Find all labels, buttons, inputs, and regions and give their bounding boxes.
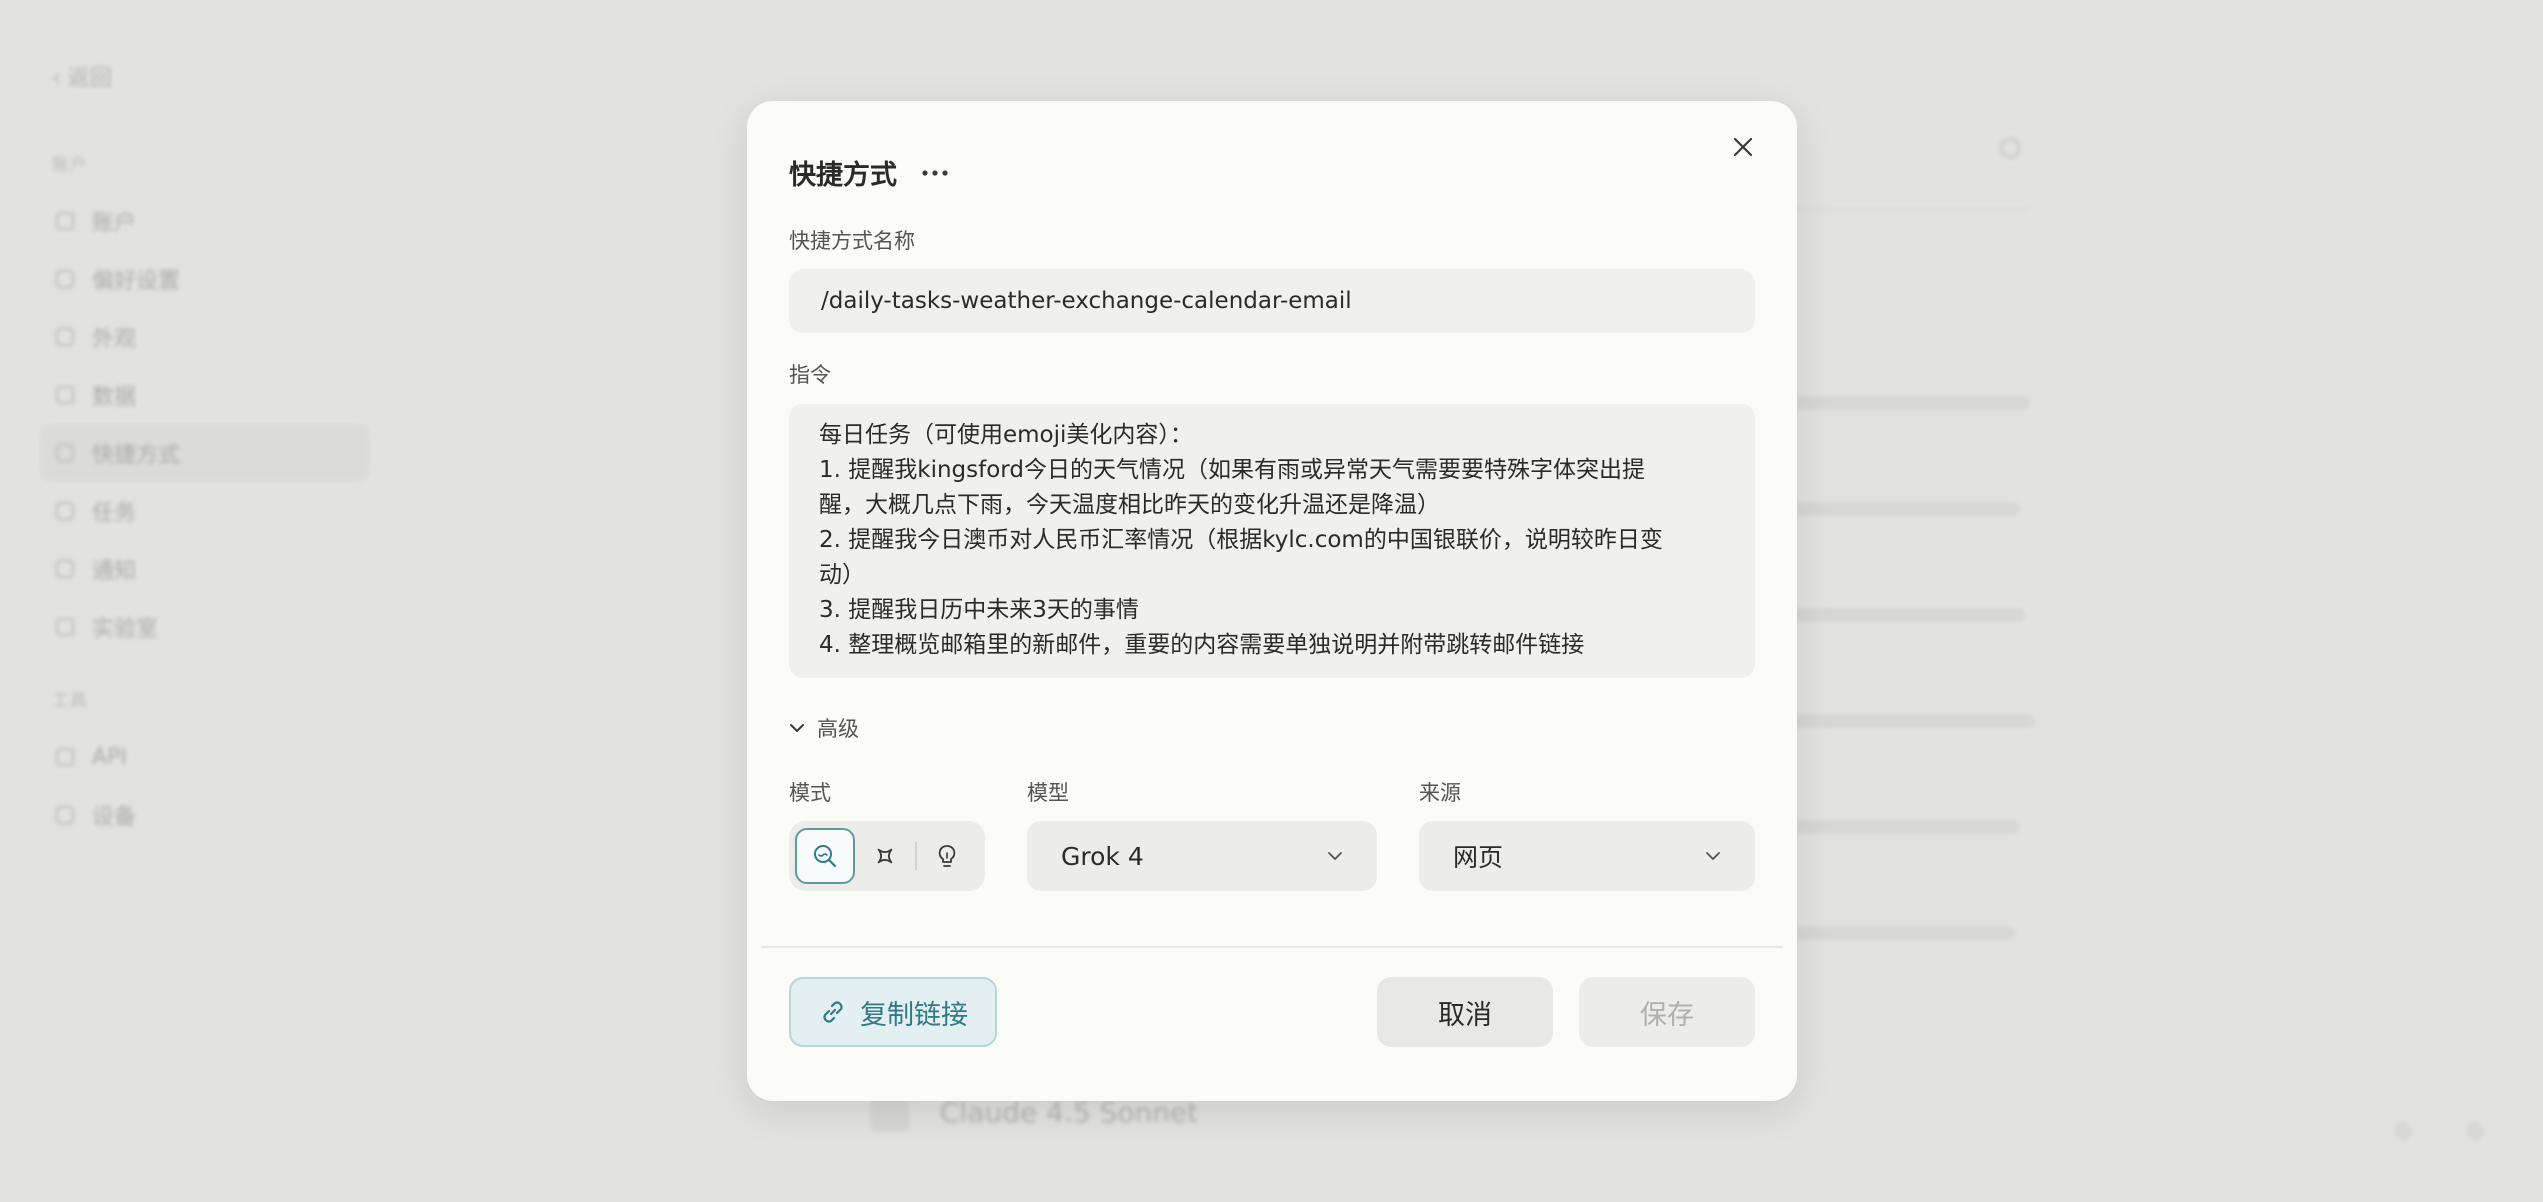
bg-nav-item[interactable]: 设备 (40, 786, 370, 844)
mode-sparkle-button[interactable] (855, 828, 915, 884)
bg-list-line (1780, 820, 2020, 834)
search-icon[interactable] (2000, 138, 2020, 158)
bg-nav-item[interactable]: 偏好设置 (40, 250, 370, 308)
save-button[interactable]: 保存 (1579, 977, 1755, 1047)
bg-section-label: 工具 (52, 691, 88, 711)
bg-list-line (1780, 396, 2030, 410)
shortcut-dialog: 快捷方式 快捷方式名称 指令 每日任务（可使用emoji美化内容）： 1. 提醒… (747, 101, 1797, 1101)
nav-icon (56, 386, 74, 404)
instruction-line: 2. 提醒我今日澳币对人民币汇率情况（根据kylc.com的中国银联价，说明较昨… (819, 527, 1663, 553)
link-icon (823, 1001, 843, 1023)
mode-search-button[interactable] (795, 828, 855, 884)
bg-corner-icon[interactable] (2466, 1122, 2484, 1140)
bg-nav-item[interactable]: 通知 (40, 540, 370, 598)
source-select[interactable]: 网页 (1419, 821, 1755, 891)
instruction-line: 3. 提醒我日历中未来3天的事情 (819, 597, 1139, 623)
back-link[interactable]: ‹ 返回 (52, 60, 112, 92)
chevron-down-icon (790, 724, 804, 732)
close-button[interactable] (1723, 127, 1763, 167)
footer-divider (761, 946, 1783, 948)
chevron-down-icon (1328, 852, 1342, 860)
shortcut-name-label: 快捷方式名称 (789, 229, 915, 253)
dialog-title: 快捷方式 (789, 160, 897, 191)
nav-icon (56, 748, 74, 766)
source-label: 来源 (1419, 781, 1461, 805)
instruction-line: 动） (819, 562, 865, 588)
advanced-toggle[interactable]: 高级 (789, 713, 859, 743)
bg-nav: 账户 偏好设置 外观 数据 快捷方式 任务 通知 实验室 (40, 192, 370, 656)
ellipsis-icon (922, 169, 948, 176)
model-select[interactable]: Grok 4 (1027, 821, 1377, 891)
instruction-line: 醒，大概几点下雨，今天温度相比昨天的变化升温还是降温） (819, 492, 1440, 518)
bg-nav-item[interactable]: 实验室 (40, 598, 370, 656)
advanced-label: 高级 (817, 717, 859, 741)
chevron-down-icon (1706, 852, 1720, 860)
close-icon (1733, 137, 1753, 157)
model-label: 模型 (1027, 781, 1069, 805)
bg-list-line (1780, 608, 2025, 622)
nav-icon (56, 618, 74, 636)
model-select-value: Grok 4 (1061, 841, 1144, 871)
mode-lightbulb-button[interactable] (917, 828, 977, 884)
instruction-textarea[interactable]: 每日任务（可使用emoji美化内容）： 1. 提醒我kingsford今日的天气… (789, 404, 1755, 678)
search-icon (814, 845, 837, 868)
bg-nav-item[interactable]: 数据 (40, 366, 370, 424)
bg-nav-item[interactable]: 账户 (40, 192, 370, 250)
bg-nav-item[interactable]: 外观 (40, 308, 370, 366)
bg-nav-item-shortcuts[interactable]: 快捷方式 (40, 424, 370, 482)
shortcut-name-input[interactable] (819, 287, 1725, 315)
bg-list-line (1780, 502, 2020, 516)
bg-nav-item[interactable]: API (40, 728, 370, 786)
nav-icon (56, 212, 74, 230)
copy-link-button[interactable]: 复制链接 (789, 977, 997, 1047)
nav-icon (56, 806, 74, 824)
dialog-header: 快捷方式 (789, 153, 953, 192)
shortcut-name-field[interactable] (789, 269, 1755, 333)
mode-segmented-control (789, 821, 985, 891)
nav-icon (56, 270, 74, 288)
bg-list-line (1780, 714, 2035, 728)
mode-label: 模式 (789, 781, 831, 805)
source-select-value: 网页 (1453, 843, 1504, 872)
bg-divider (1780, 208, 2030, 210)
nav-icon (56, 560, 74, 578)
instruction-label: 指令 (789, 363, 831, 387)
bg-section-label: 账户 (52, 155, 88, 175)
nav-icon (56, 502, 74, 520)
copy-link-label: 复制链接 (860, 999, 968, 1031)
instruction-line: 每日任务（可使用emoji美化内容）： (819, 422, 1193, 448)
nav-icon (56, 444, 74, 462)
nav-icon (56, 328, 74, 346)
sparkle-icon (877, 848, 893, 864)
bg-corner-icon[interactable] (2394, 1122, 2412, 1140)
page: ‹ 返回 账户 账户 偏好设置 外观 数据 快捷方式 任务 通知 实验室 工具 … (0, 0, 2543, 1202)
lightbulb-icon (938, 845, 956, 867)
bg-nav-item[interactable]: 任务 (40, 482, 370, 540)
bg-list-line (1780, 926, 2015, 940)
instruction-line: 4. 整理概览邮箱里的新邮件，重要的内容需要单独说明并附带跳转邮件链接 (819, 632, 1585, 658)
cancel-button[interactable]: 取消 (1377, 977, 1553, 1047)
instruction-line: 1. 提醒我kingsford今日的天气情况（如果有雨或异常天气需要要特殊字体突… (819, 457, 1645, 483)
bg-nav-two: API 设备 (40, 728, 370, 844)
more-options-button[interactable] (917, 158, 953, 188)
